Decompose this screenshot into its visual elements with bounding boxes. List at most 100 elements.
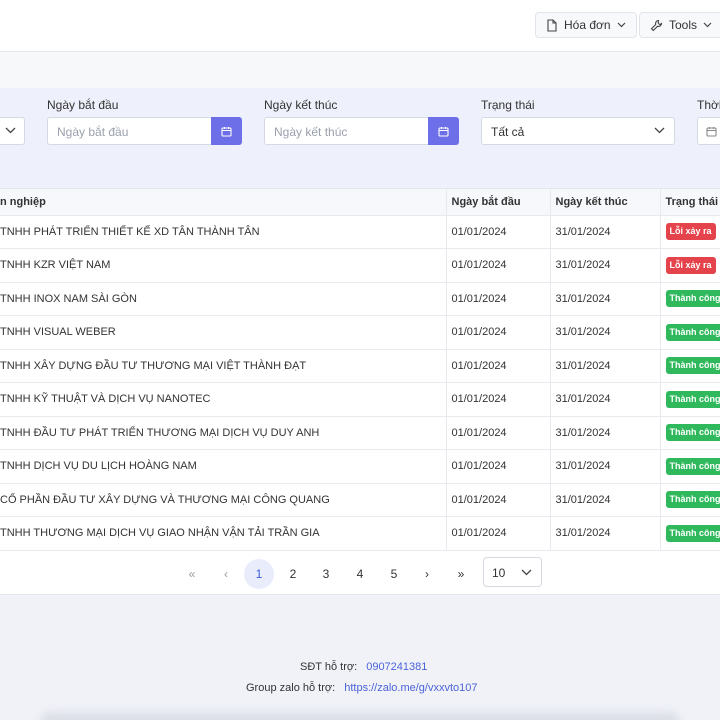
start-date-cell: 01/01/2024 xyxy=(445,282,550,316)
status-cell: Thành công xyxy=(659,315,720,350)
end-date-input[interactable]: Ngày kết thúc xyxy=(264,117,429,145)
document-icon xyxy=(546,18,558,32)
support-zalo-link[interactable]: https://zalo.me/g/vxxvto107 xyxy=(344,682,477,694)
table-header-row: n nghiệp Ngày bắt đầu Ngày kết thúc Trạn… xyxy=(0,189,720,216)
status-badge: Thành công xyxy=(665,323,720,341)
status-badge: Thành công xyxy=(665,390,720,408)
chevron-down-icon xyxy=(703,22,712,28)
company-name-cell: TNHH KỸ THUẬT VÀ DỊCH VỤ NANOTEC xyxy=(0,382,446,417)
column-header-company: n nghiệp xyxy=(0,189,446,216)
end-date-cell: 31/01/2024 xyxy=(549,349,660,383)
tools-menu-label: Tools xyxy=(669,18,698,32)
column-header-status: Trạng thái xyxy=(659,189,720,216)
start-date-cell: 01/01/2024 xyxy=(445,315,550,350)
status-badge: Lỗi xảy ra xyxy=(665,223,716,241)
start-date-input[interactable]: Ngày bắt đầu xyxy=(47,117,212,145)
status-badge: Thành công xyxy=(665,424,720,442)
page-size-select[interactable]: 10 xyxy=(483,557,542,587)
next-page-button[interactable]: › xyxy=(412,559,442,589)
support-phone-label: SĐT hỗ trợ: xyxy=(300,661,358,673)
chevron-down-icon xyxy=(521,569,532,576)
support-zalo-line: Group zalo hỗ trợ: https://zalo.me/g/vxx… xyxy=(246,682,478,694)
chevron-down-icon xyxy=(654,127,665,134)
company-name-cell: TNHH INOX NAM SÀI GÒN xyxy=(0,282,446,316)
page-size-value: 10 xyxy=(492,566,506,580)
status-badge: Lỗi xảy ra xyxy=(665,256,716,274)
calendar-icon xyxy=(221,126,232,137)
status-cell: Thành công xyxy=(659,282,720,316)
first-page-button[interactable]: « xyxy=(177,559,207,589)
start-date-cell: 01/01/2024 xyxy=(445,416,550,450)
page-button-3[interactable]: 3 xyxy=(311,559,341,589)
company-name-cell: TNHH KZR VIỆT NAM xyxy=(0,248,446,283)
status-select-value: Tất cả xyxy=(491,125,525,139)
support-phone-link[interactable]: 0907241381 xyxy=(366,661,427,673)
end-date-cell: 31/01/2024 xyxy=(549,315,660,350)
status-cell: Thành công xyxy=(659,416,720,450)
table-row[interactable]: TNHH INOX NAM SÀI GÒN 01/01/2024 31/01/202… xyxy=(0,282,720,316)
start-date-cell: 01/01/2024 xyxy=(445,449,550,484)
page-button-4[interactable]: 4 xyxy=(345,559,375,589)
last-page-button[interactable]: » xyxy=(446,559,476,589)
table-row[interactable]: TNHH PHÁT TRIỂN THIẾT KẾ XD TÂN THÀNH TÂ… xyxy=(0,215,720,249)
results-table: n nghiệp Ngày bắt đầu Ngày kết thúc Trạn… xyxy=(0,188,720,551)
company-name-cell: CỔ PHẦN ĐẦU TƯ XÂY DỰNG VÀ THƯƠNG MẠI CÔ… xyxy=(0,483,446,517)
column-header-end-date: Ngày kết thúc xyxy=(549,189,660,216)
status-cell: Thành công xyxy=(659,382,720,417)
status-label: Trạng thái xyxy=(481,98,535,112)
end-date-cell: 31/01/2024 xyxy=(549,215,660,249)
status-select[interactable]: Tất cả xyxy=(481,117,675,145)
page-button-2[interactable]: 2 xyxy=(278,559,308,589)
start-date-cell: 01/01/2024 xyxy=(445,215,550,249)
company-name-cell: TNHH ĐẦU TƯ PHÁT TRIỂN THƯƠNG MẠI DỊCH V… xyxy=(0,416,446,450)
start-date-calendar-button[interactable] xyxy=(211,117,242,145)
top-bar: Hóa đơn Tools xyxy=(0,0,720,52)
time-input[interactable] xyxy=(697,117,720,145)
end-date-cell: 31/01/2024 xyxy=(549,416,660,450)
company-name-cell: TNHH VISUAL WEBER xyxy=(0,315,446,350)
status-badge: Thành công xyxy=(665,457,720,475)
start-date-cell: 01/01/2024 xyxy=(445,349,550,383)
status-cell: Lỗi xảy ra xyxy=(659,215,720,249)
calendar-icon xyxy=(706,127,717,137)
start-date-cell: 01/01/2024 xyxy=(445,248,550,283)
end-date-cell: 31/01/2024 xyxy=(549,248,660,283)
company-select[interactable] xyxy=(0,117,25,145)
status-cell: Thành công xyxy=(659,483,720,517)
end-date-cell: 31/01/2024 xyxy=(549,282,660,316)
end-date-cell: 31/01/2024 xyxy=(549,382,660,417)
table-row[interactable]: CỔ PHẦN ĐẦU TƯ XÂY DỰNG VÀ THƯƠNG MẠI CÔ… xyxy=(0,483,720,517)
table-row[interactable]: TNHH XÂY DỰNG ĐẦU TƯ THƯƠNG MẠI VIỆT THÀ… xyxy=(0,349,720,383)
support-zalo-label: Group zalo hỗ trợ: xyxy=(246,682,336,694)
table-row[interactable]: TNHH KZR VIỆT NAM 01/01/2024 31/01/2024 Lỗi… xyxy=(0,248,720,283)
company-name-cell: TNHH XÂY DỰNG ĐẦU TƯ THƯƠNG MẠI VIỆT THÀ… xyxy=(0,349,446,383)
start-date-label: Ngày bắt đầu xyxy=(47,98,119,112)
company-name-cell: TNHH THƯƠNG MẠI DỊCH VỤ GIAO NHẬN VẬN TẢ… xyxy=(0,516,446,551)
company-name-cell: TNHH PHÁT TRIỂN THIẾT KẾ XD TÂN THÀNH TÂ… xyxy=(0,215,446,249)
table-row[interactable]: TNHH DỊCH VỤ DU LỊCH HOÀNG NAM 01/01/2024… xyxy=(0,449,720,484)
end-date-cell: 31/01/2024 xyxy=(549,449,660,484)
prev-page-button[interactable]: ‹ xyxy=(211,559,241,589)
tools-menu-button[interactable]: Tools xyxy=(639,12,720,38)
table-row[interactable]: TNHH THƯƠNG MẠI DỊCH VỤ GIAO NHẬN VẬN TẢ… xyxy=(0,516,720,551)
status-cell: Thành công xyxy=(659,516,720,551)
table-row[interactable]: TNHH ĐẦU TƯ PHÁT TRIỂN THƯƠNG MẠI DỊCH V… xyxy=(0,416,720,450)
start-date-cell: 01/01/2024 xyxy=(445,516,550,551)
end-date-placeholder: Ngày kết thúc xyxy=(274,125,348,139)
chevron-down-icon xyxy=(617,22,626,28)
end-date-label: Ngày kết thúc xyxy=(264,98,338,112)
start-date-cell: 01/01/2024 xyxy=(445,483,550,517)
pagination: « ‹ 1 2 3 4 5 › » xyxy=(0,551,720,595)
invoice-menu-button[interactable]: Hóa đơn xyxy=(535,12,637,38)
footer xyxy=(0,596,720,720)
status-cell: Thành công xyxy=(659,449,720,484)
table-row[interactable]: TNHH VISUAL WEBER 01/01/2024 31/01/2024 Thà… xyxy=(0,315,720,350)
end-date-calendar-button[interactable] xyxy=(428,117,459,145)
start-date-cell: 01/01/2024 xyxy=(445,382,550,417)
page-button-5[interactable]: 5 xyxy=(379,559,409,589)
page-button-1[interactable]: 1 xyxy=(244,559,274,589)
breadcrumb-strip xyxy=(0,52,720,88)
table-row[interactable]: TNHH KỸ THUẬT VÀ DỊCH VỤ NANOTEC 01/01/20… xyxy=(0,382,720,417)
status-badge: Thành công xyxy=(665,290,720,308)
status-badge: Thành công xyxy=(665,491,720,509)
